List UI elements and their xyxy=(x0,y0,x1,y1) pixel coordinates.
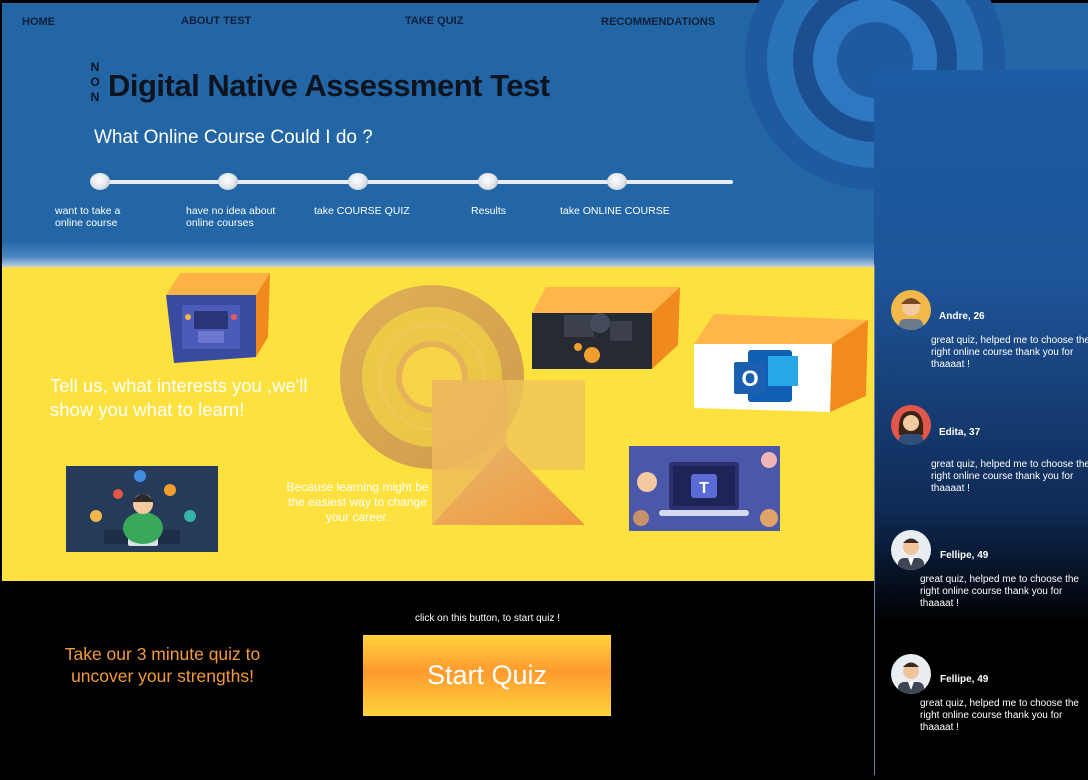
nav-home[interactable]: HOME xyxy=(22,16,55,28)
testimonial-name: Fellipe, 49 xyxy=(940,674,989,685)
avatar xyxy=(891,290,931,330)
developer-illustration xyxy=(66,466,218,552)
progress-step-label: want to take a online course xyxy=(55,205,121,229)
cta-instruction: click on this button, to start quiz ! xyxy=(414,613,561,624)
progress-step-label: take ONLINE COURSE xyxy=(560,205,670,217)
progress-step-dot[interactable] xyxy=(607,173,627,190)
progress-step-label: have no idea about online courses xyxy=(186,205,276,229)
nav-take-quiz[interactable]: TAKE QUIZ xyxy=(405,15,463,27)
testimonial-name: Edita, 37 xyxy=(939,427,981,438)
tagline-text: Tell us, what interests you ,we'll show … xyxy=(50,375,308,420)
progress-step-dot[interactable] xyxy=(218,173,238,190)
outlook-letter: O xyxy=(741,366,758,391)
testimonial-name: Andre, 26 xyxy=(939,311,985,322)
testimonial-name: Fellipe, 49 xyxy=(940,550,989,561)
page-subtitle: What Online Course Could I do ? xyxy=(94,127,373,148)
page: HOME ABOUT TEST TAKE QUIZ RECOMMENDATION… xyxy=(0,0,1088,780)
testimonial-text: great quiz, helped me to choose the righ… xyxy=(920,574,1079,609)
nav-about-test[interactable]: ABOUT TEST xyxy=(181,15,251,27)
teams-letter: T xyxy=(699,480,709,497)
person-icon xyxy=(898,411,924,445)
start-quiz-button[interactable]: Start Quiz xyxy=(363,635,611,716)
page-title: Digital Native Assessment Test xyxy=(108,68,550,103)
brain-cube-illustration xyxy=(532,287,680,369)
title-prefix-letter: N xyxy=(90,90,100,104)
career-text: Because learning might be the easiest wa… xyxy=(286,480,429,524)
title-prefix-letter: O xyxy=(90,75,100,89)
promo-text: Take our 3 minute quiz to uncover your s… xyxy=(64,644,261,686)
hero-bottom-fade xyxy=(2,240,874,268)
progress-step-label: take COURSE QUIZ xyxy=(314,205,410,217)
title-prefix-letter: N xyxy=(90,60,100,74)
avatar xyxy=(891,654,931,694)
avatar xyxy=(891,405,931,445)
teams-illustration: T xyxy=(629,446,780,531)
nav-recommendations[interactable]: RECOMMENDATIONS xyxy=(601,16,715,28)
progress-track xyxy=(92,180,733,184)
testimonial-text: great quiz, helped me to choose the righ… xyxy=(931,459,1088,494)
testimonials-divider xyxy=(874,265,875,775)
title-prefix-vertical: NON xyxy=(89,60,101,105)
progress-step-dot[interactable] xyxy=(478,173,498,190)
testimonial-text: great quiz, helped me to choose the righ… xyxy=(931,335,1088,370)
progress-step-dot[interactable] xyxy=(90,173,110,190)
avatar xyxy=(891,530,931,570)
computer-cube-illustration xyxy=(166,273,270,363)
person-icon xyxy=(898,662,924,694)
person-icon xyxy=(898,538,924,570)
person-icon xyxy=(899,298,923,330)
outlook-cube-illustration: O xyxy=(694,314,868,412)
progress-step-dot[interactable] xyxy=(348,173,368,190)
testimonial-text: great quiz, helped me to choose the righ… xyxy=(920,698,1079,733)
